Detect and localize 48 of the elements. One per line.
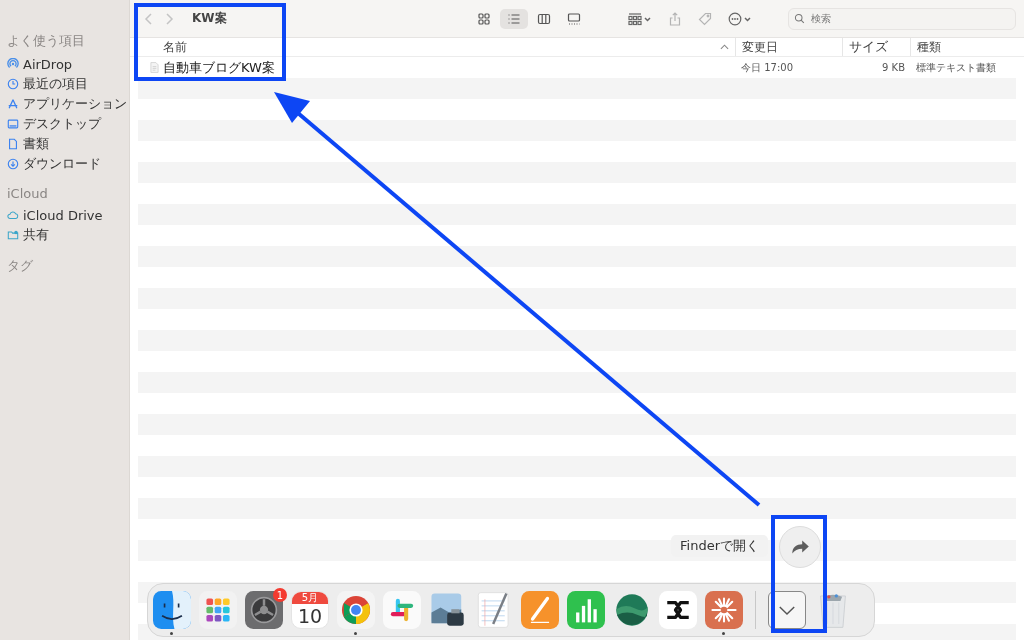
column-header[interactable]: 変更日 bbox=[735, 38, 842, 56]
sidebar-item[interactable]: ダウンロード bbox=[7, 154, 129, 174]
sidebar-section-title: よく使う項目 bbox=[7, 32, 86, 50]
document-icon bbox=[7, 138, 19, 150]
sidebar-item[interactable]: デスクトップ bbox=[7, 114, 129, 134]
columns-icon bbox=[537, 11, 551, 26]
starburst-icon[interactable] bbox=[705, 591, 743, 629]
search-field[interactable]: 検索 bbox=[788, 7, 1016, 30]
app-store-icon bbox=[7, 98, 19, 110]
sidebar-item[interactable]: 最近の項目 bbox=[7, 74, 129, 94]
sidebar-section-title: iCloud bbox=[7, 186, 49, 201]
gallery-icon bbox=[567, 11, 581, 26]
browser-icon[interactable] bbox=[337, 591, 375, 629]
text-file-icon bbox=[150, 62, 159, 73]
calendar-icon[interactable]: 5月 10 bbox=[291, 591, 329, 629]
smiling-face-icon[interactable] bbox=[153, 591, 191, 629]
column-header[interactable]: 種類 bbox=[910, 38, 1024, 56]
cloud-icon bbox=[7, 209, 19, 221]
sidebar-item[interactable]: AirDrop bbox=[7, 54, 129, 74]
clock-icon bbox=[7, 78, 19, 90]
table-cell-text: 今日 17:00 bbox=[740, 60, 794, 75]
file-name[interactable]: 自動車ブログKW案 bbox=[163, 58, 275, 77]
table-cell-text: 標準テキスト書類 bbox=[915, 60, 997, 75]
column-header[interactable]: 名前 bbox=[130, 38, 735, 56]
hash-icon[interactable] bbox=[383, 591, 421, 629]
hills-icon[interactable] bbox=[613, 591, 651, 629]
calendar-month: 5月 bbox=[292, 592, 328, 604]
list-icon bbox=[507, 11, 521, 26]
window-title: KW案 bbox=[192, 10, 227, 27]
desktop-icon bbox=[7, 118, 19, 130]
shared-folder-icon bbox=[7, 229, 19, 241]
group-menu-icon[interactable] bbox=[628, 11, 652, 26]
sidebar-item[interactable]: 共有 bbox=[7, 225, 129, 245]
sidebar-item[interactable]: アプリケーション bbox=[7, 94, 129, 114]
chevron-down-icon bbox=[778, 604, 796, 616]
calendar-day: 10 bbox=[297, 604, 323, 628]
sidebar-item[interactable]: 書類 bbox=[7, 134, 129, 154]
sidebar-section-title: タグ bbox=[7, 257, 34, 275]
search-icon bbox=[794, 13, 805, 24]
table-cell-text: 9 KB bbox=[881, 62, 906, 73]
download-icon bbox=[7, 158, 19, 170]
notification-badge: 1 bbox=[273, 588, 287, 602]
photo-viewer-icon[interactable] bbox=[429, 591, 467, 629]
airdrop-icon bbox=[7, 58, 19, 70]
grid-icon bbox=[477, 11, 491, 26]
sidebar-item[interactable]: iCloud Drive bbox=[7, 205, 129, 225]
column-header[interactable]: サイズ bbox=[842, 38, 910, 56]
more-menu-icon[interactable] bbox=[728, 11, 752, 26]
